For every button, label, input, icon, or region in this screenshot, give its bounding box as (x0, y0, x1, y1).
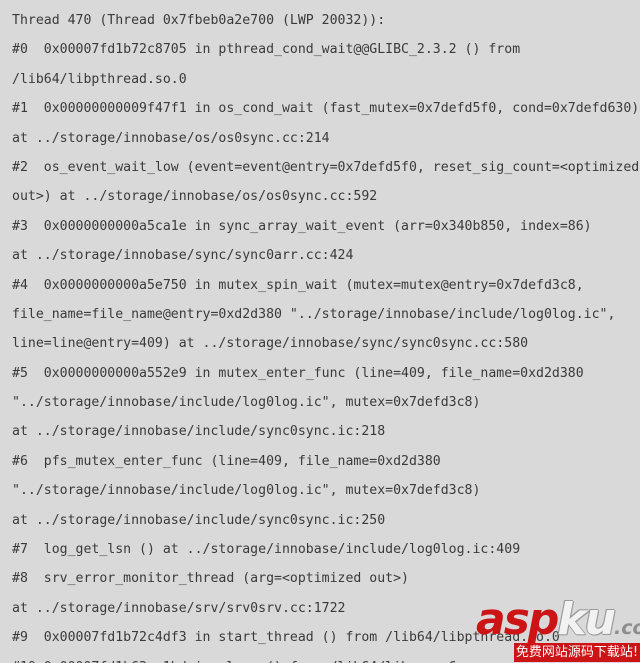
backtrace-line: #6 pfs_mutex_enter_func (line=409, file_… (12, 453, 441, 469)
backtrace-line: #10 0x00007fd1b63ac1bd in clone () from … (12, 653, 640, 663)
backtrace-listing: Thread 470 (Thread 0x7fbeb0a2e700 (LWP 2… (12, 6, 640, 663)
backtrace-line: #7 log_get_lsn () at ../storage/innobase… (12, 542, 521, 558)
backtrace-line: at ../storage/innobase/include/sync0sync… (12, 424, 386, 440)
backtrace-line: file_name=file_name@entry=0xd2d380 "../s… (12, 306, 616, 322)
backtrace-line: at ../storage/innobase/os/os0sync.cc:214 (12, 130, 330, 146)
terminal-output-pane: Thread 470 (Thread 0x7fbeb0a2e700 (LWP 2… (0, 0, 640, 663)
backtrace-line: #3 0x0000000000a5ca1e in sync_array_wait… (12, 218, 592, 234)
backtrace-line: line=line@entry=409) at ../storage/innob… (12, 336, 529, 352)
backtrace-line: "../storage/innobase/include/log0log.ic"… (12, 483, 481, 499)
backtrace-line: #2 os_event_wait_low (event=event@entry=… (12, 159, 640, 175)
backtrace-line: at ../storage/innobase/sync/sync0arr.cc:… (12, 248, 354, 264)
backtrace-line: at ../storage/innobase/include/sync0sync… (12, 512, 386, 528)
backtrace-line: /lib64/libpthread.so.0 (12, 71, 187, 87)
backtrace-line: #8 srv_error_monitor_thread (arg=<optimi… (12, 571, 409, 587)
backtrace-line: #0 0x00007fd1b72c8705 in pthread_cond_wa… (12, 42, 521, 58)
backtrace-line: "../storage/innobase/include/log0log.ic"… (12, 395, 481, 411)
backtrace-line: #5 0x0000000000a552e9 in mutex_enter_fun… (12, 365, 584, 381)
backtrace-line: at ../storage/innobase/srv/srv0srv.cc:17… (12, 600, 346, 616)
backtrace-line: out>) at ../storage/innobase/os/os0sync.… (12, 189, 378, 205)
backtrace-line: #1 0x00000000009f47f1 in os_cond_wait (f… (12, 101, 640, 117)
backtrace-line: Thread 470 (Thread 0x7fbeb0a2e700 (LWP 2… (12, 13, 386, 28)
backtrace-line: #9 0x00007fd1b72c4df3 in start_thread ()… (12, 630, 560, 646)
backtrace-line: #4 0x0000000000a5e750 in mutex_spin_wait… (12, 277, 584, 293)
